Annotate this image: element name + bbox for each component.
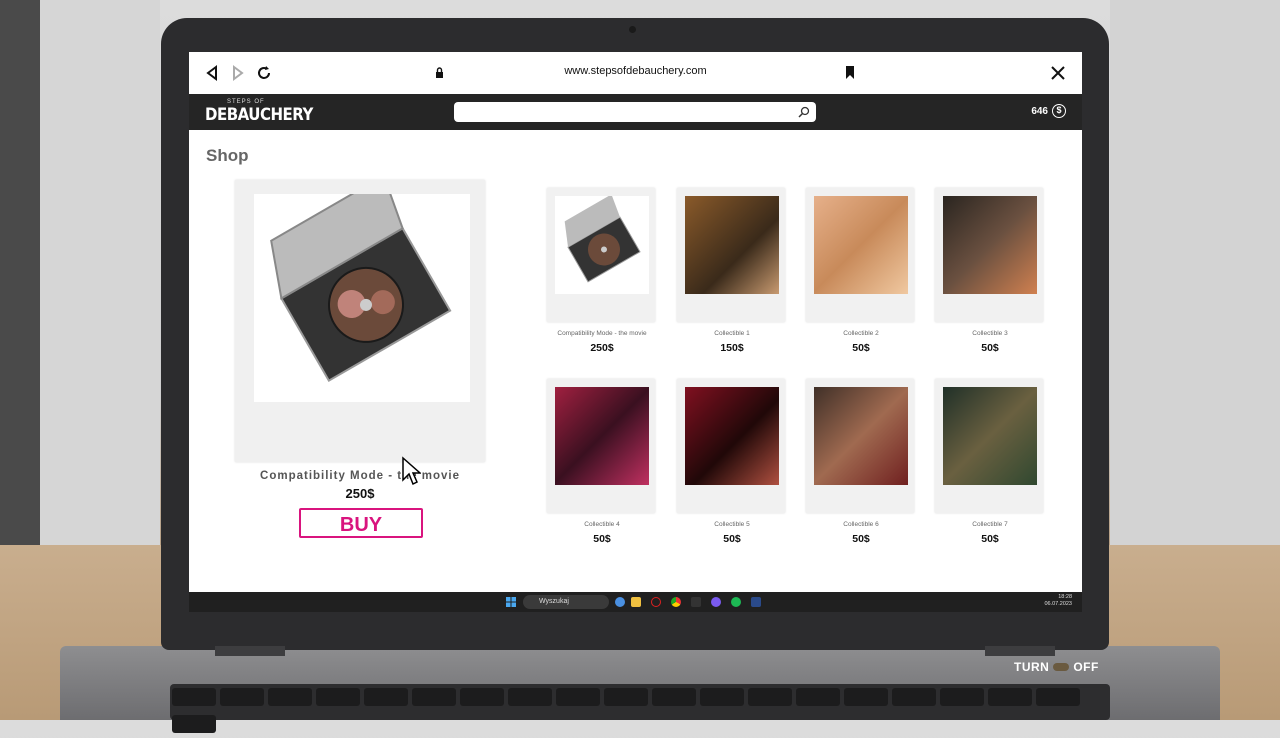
search-icon[interactable] (798, 106, 810, 118)
featured-product-name: Compatibility Mode - the movie (260, 470, 460, 482)
discord-icon[interactable] (711, 597, 721, 607)
laptop-screen: www.stepsofdebauchery.com STEPS OF DEBAU… (189, 52, 1082, 612)
item-label: Collectible 6 (843, 521, 879, 528)
item-card (547, 379, 655, 513)
search-input[interactable] (454, 102, 816, 122)
background-wall-right (1110, 0, 1280, 560)
toggle-switch-icon (1053, 663, 1070, 671)
item-card (935, 188, 1043, 322)
folder-icon[interactable] (631, 597, 641, 607)
os-taskbar: Wyszukaj 18:28 06.07.2023 (189, 592, 1082, 612)
item-label: Compatibility Mode - the movie (557, 330, 647, 337)
item-label: Collectible 7 (972, 521, 1008, 528)
laptop-hinge (215, 646, 285, 656)
item-label: Collectible 1 (714, 330, 750, 337)
collectible-image (814, 387, 908, 485)
close-icon[interactable] (1049, 64, 1067, 82)
item-price: 50$ (981, 342, 999, 354)
collectible-image (555, 387, 649, 485)
item-label: Collectible 5 (714, 521, 750, 528)
collectible-image (685, 387, 779, 485)
webcam (629, 26, 636, 33)
bookmark-icon[interactable] (845, 66, 855, 79)
item-price: 50$ (852, 533, 870, 545)
taskbar-clock: 18:28 06.07.2023 (1044, 594, 1072, 608)
opera-icon[interactable] (651, 597, 661, 607)
featured-product-image (254, 174, 470, 402)
item-label: Collectible 2 (843, 330, 879, 337)
off-label: OFF (1073, 660, 1099, 674)
taskbar-search-text: Wyszukaj (539, 598, 569, 605)
turn-label: TURN (1014, 660, 1050, 674)
chrome-icon[interactable] (671, 597, 681, 607)
item-card (677, 379, 785, 513)
mouse-cursor-icon (402, 456, 421, 486)
money-amount: 646 (1031, 105, 1048, 117)
laptop-hinge (985, 646, 1055, 656)
featured-product-price: 250$ (345, 486, 375, 501)
item-price: 150$ (720, 342, 744, 354)
item-price: 50$ (981, 533, 999, 545)
browser-address-bar: www.stepsofdebauchery.com (189, 52, 1082, 95)
spotify-icon[interactable] (731, 597, 741, 607)
buy-button[interactable]: BUY (299, 508, 423, 538)
item-card (806, 188, 914, 322)
dvd-case-icon (270, 174, 452, 382)
taskbar-search[interactable]: Wyszukaj (523, 595, 609, 609)
dollar-coin-icon: $ (1052, 104, 1066, 118)
clock-date: 06.07.2023 (1044, 601, 1072, 607)
item-label: Collectible 4 (584, 521, 620, 528)
collectible-image (943, 196, 1037, 294)
app-icon[interactable] (691, 597, 701, 607)
item-price: 50$ (723, 533, 741, 545)
site-logo[interactable]: STEPS OF DEBAUCHERY (205, 99, 313, 125)
collectible-image (814, 196, 908, 294)
item-price: 250$ (590, 342, 614, 354)
item-price: 50$ (852, 342, 870, 354)
app-icon[interactable] (615, 597, 625, 607)
item-card (935, 379, 1043, 513)
featured-product-card (235, 174, 485, 462)
site-header: STEPS OF DEBAUCHERY 646 $ (189, 94, 1082, 130)
dvd-thumbnail-icon (555, 196, 649, 294)
item-label: Collectible 3 (972, 330, 1008, 337)
logo-title: DEBAUCHERY (205, 103, 313, 125)
item-card (806, 379, 914, 513)
item-price: 50$ (593, 533, 611, 545)
item-card (547, 188, 655, 322)
collectible-image (943, 387, 1037, 485)
url-text[interactable]: www.stepsofdebauchery.com (189, 65, 1082, 77)
page-title: Shop (206, 146, 249, 165)
turn-off-button[interactable]: TURN OFF (1014, 660, 1099, 674)
clock-time: 18:28 (1058, 594, 1072, 600)
item-card (677, 188, 785, 322)
app-icon[interactable] (751, 597, 761, 607)
collectible-image (685, 196, 779, 294)
windows-start-icon[interactable] (506, 597, 516, 607)
money-display: 646 $ (1031, 104, 1066, 118)
background-wall-left (0, 0, 160, 560)
keyboard (170, 684, 1110, 733)
